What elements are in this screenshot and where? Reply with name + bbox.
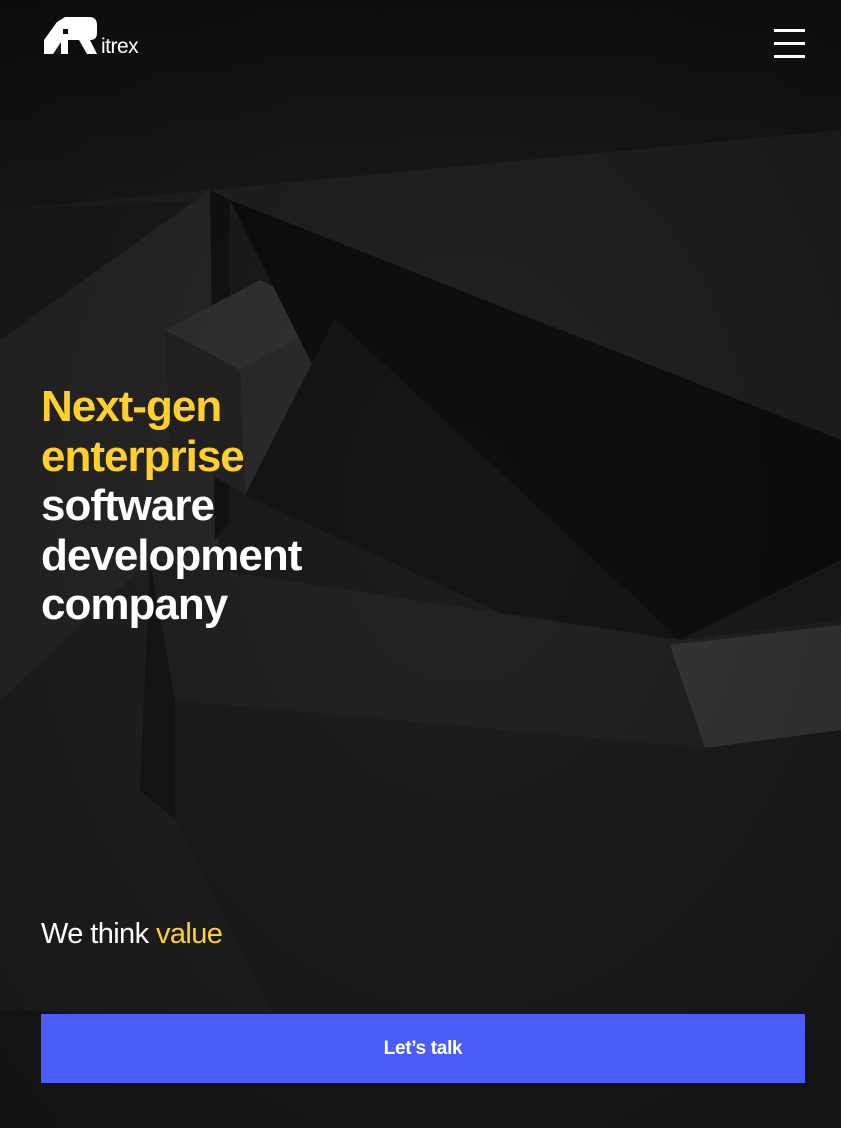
headline-line: development [41,530,302,580]
itrex-r-logo-icon [44,17,97,54]
hamburger-menu-button[interactable] [773,26,807,60]
itrex-logo-link[interactable]: itrex [43,16,139,58]
tagline-highlight: value [155,918,223,950]
headline-line: company [41,580,228,629]
headline-line: software [41,481,215,530]
headline-line: enterprise [41,431,245,481]
headline-line: Next-gen [41,382,222,431]
site-header: itrex [0,0,841,90]
hero-tagline: We think value [41,914,223,954]
lets-talk-button[interactable]: Let’s talk [41,1014,805,1083]
brand-name: itrex [101,35,139,58]
tagline-prefix: We think [41,918,149,950]
hero-headline: Next-gen enterprise software development… [41,382,302,630]
